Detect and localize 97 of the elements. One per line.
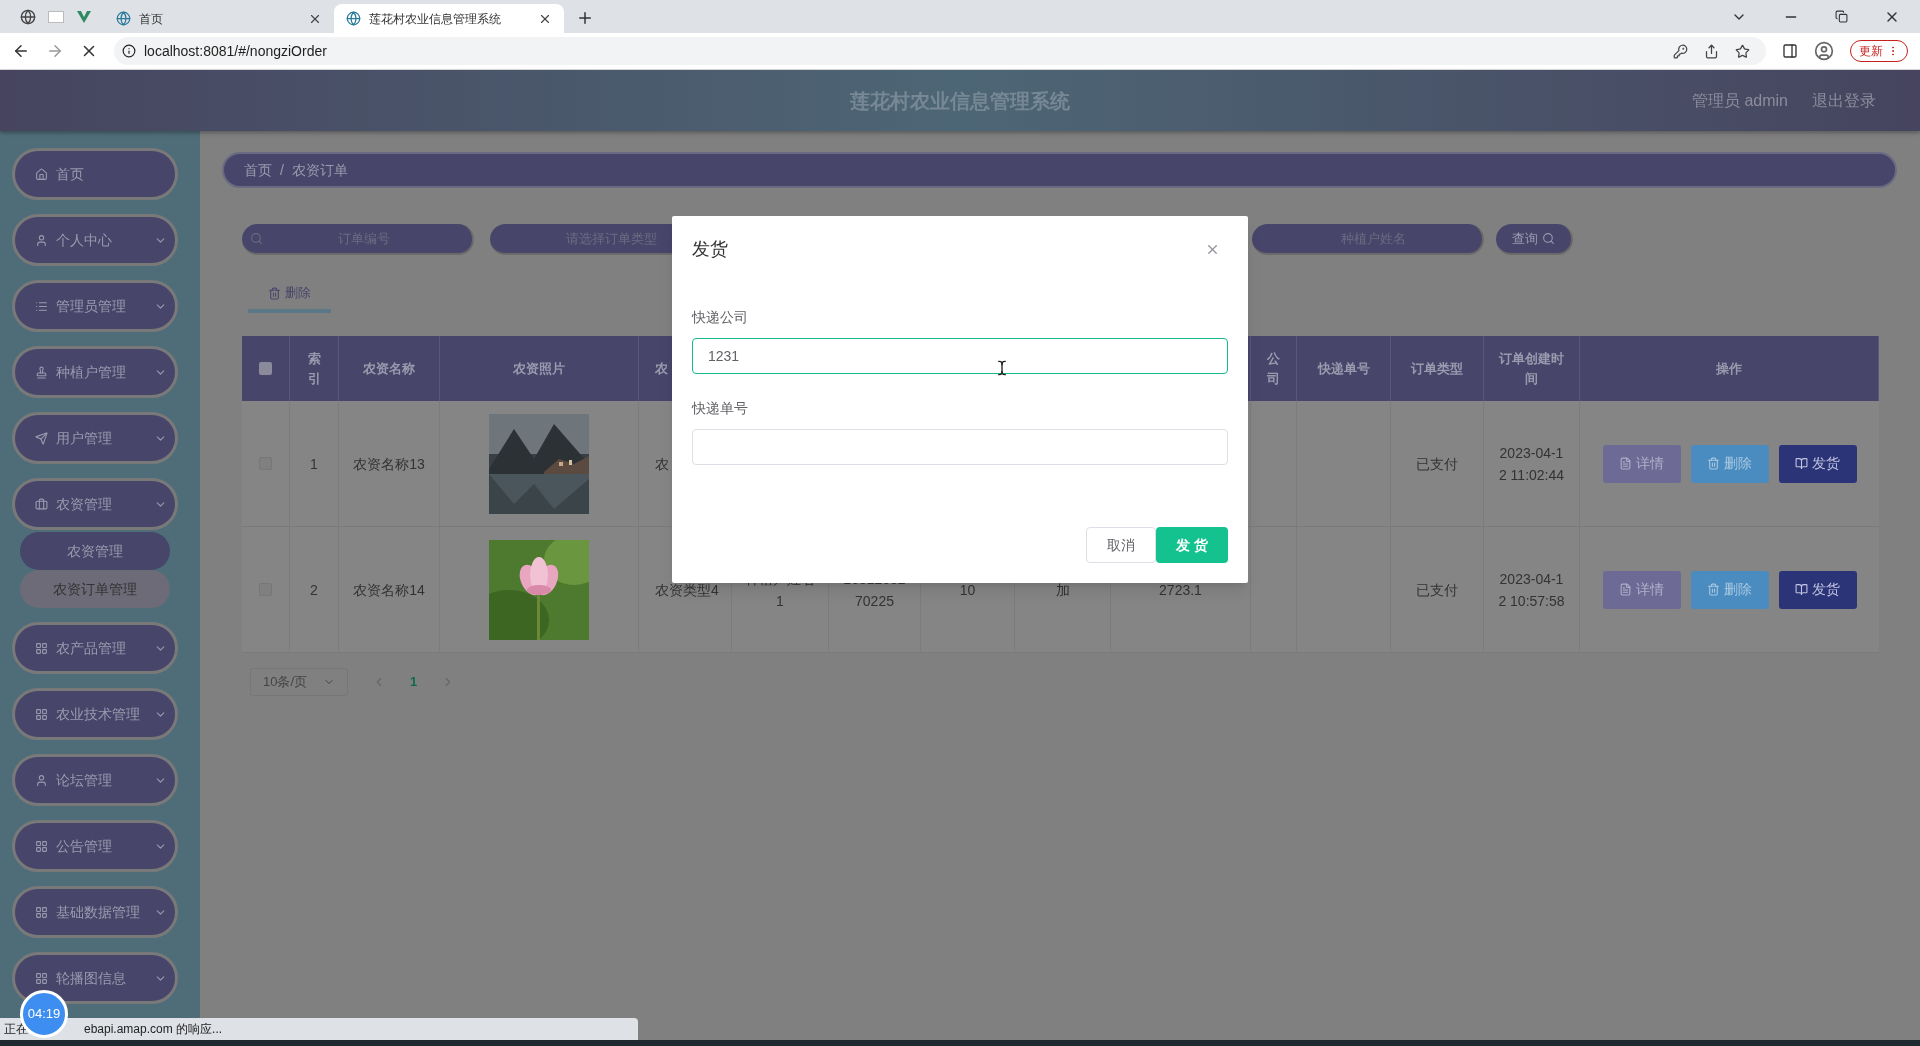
action-button[interactable]: 删除 xyxy=(1690,444,1769,483)
trash-icon xyxy=(268,286,281,300)
action-button[interactable]: 详情 xyxy=(1602,444,1681,483)
sidebar-item[interactable]: 农业技术管理 xyxy=(12,688,178,740)
column-header: 订单创建时间 xyxy=(1498,350,1565,388)
info-icon[interactable] xyxy=(122,44,136,58)
table-cell-text: 2723.1 xyxy=(1159,580,1202,600)
query-button[interactable]: 查询 xyxy=(1496,224,1573,255)
breadcrumb-item[interactable]: 首页 xyxy=(244,159,272,181)
text-field[interactable] xyxy=(692,429,1228,465)
tab-title: 首页 xyxy=(139,10,164,28)
action-icon xyxy=(1795,583,1808,596)
submenu-item[interactable]: 农资订单管理 xyxy=(20,570,170,608)
forward-icon[interactable] xyxy=(46,42,64,60)
sidebar-item[interactable]: 首页 xyxy=(12,148,178,200)
column-header: 订单类型 xyxy=(1411,359,1463,378)
field-label: 快递单号 xyxy=(692,399,749,418)
send-icon xyxy=(35,431,48,445)
column-header: 索引 xyxy=(306,350,322,388)
user-icon xyxy=(35,773,48,787)
address-bar[interactable]: localhost:8081/#/nongziOrder xyxy=(114,37,1766,65)
share-icon[interactable] xyxy=(1704,43,1719,59)
column-header: 农资名称 xyxy=(363,359,415,378)
table-cell-text: 农资名称13 xyxy=(353,454,425,474)
action-icon xyxy=(1707,457,1720,470)
column-header: 操作 xyxy=(1716,359,1742,378)
action-button[interactable]: 发货 xyxy=(1778,444,1857,483)
stamp-icon xyxy=(35,365,48,379)
table-cell-text: 2 xyxy=(310,580,318,600)
sidebar-item[interactable]: 公告管理 xyxy=(12,820,178,872)
grid-icon xyxy=(35,839,48,853)
side-panel-icon[interactable] xyxy=(1782,43,1798,59)
table-cell-text: 已支付 xyxy=(1416,454,1458,474)
sidebar-item[interactable]: 轮播图信息 xyxy=(12,952,178,1004)
grid-icon xyxy=(35,971,48,985)
search-icon xyxy=(250,232,263,245)
sidebar-item[interactable]: 农资管理 xyxy=(12,478,178,530)
page-size-select[interactable]: 10条/页 xyxy=(250,668,348,696)
home-icon xyxy=(35,167,48,181)
action-button[interactable]: 删除 xyxy=(1690,570,1769,609)
browser-tab[interactable]: 首页 xyxy=(104,4,334,33)
grid-icon xyxy=(35,641,48,655)
table-cell-text: 农资名称14 xyxy=(353,580,425,600)
browser-tab[interactable]: 莲花村农业信息管理系统 xyxy=(334,4,564,33)
action-button[interactable]: 发货 xyxy=(1778,570,1857,609)
cancel-button[interactable]: 取消 xyxy=(1086,527,1157,563)
grid-icon xyxy=(35,707,48,721)
table-cell-text: 加 xyxy=(1055,580,1070,600)
tab-title: 莲花村农业信息管理系统 xyxy=(369,10,502,28)
status-text: ebapi.amap.com 的响应... xyxy=(84,1021,223,1038)
globe-icon[interactable] xyxy=(20,8,36,25)
new-tab-icon[interactable] xyxy=(576,9,594,27)
text-field[interactable]: 1231 xyxy=(692,338,1228,374)
search-icon xyxy=(1542,232,1555,245)
action-icon xyxy=(1619,583,1632,596)
column-header: 农 xyxy=(655,359,668,378)
sidebar-item[interactable]: 用户管理 xyxy=(12,412,178,464)
key-icon[interactable] xyxy=(1673,43,1688,59)
table-cell-text: 农资类型4 xyxy=(655,580,719,600)
column-header: 快递单号 xyxy=(1317,359,1370,378)
field-label: 快递公司 xyxy=(692,308,749,327)
restore-icon[interactable] xyxy=(1835,10,1848,23)
tab-page-icon xyxy=(346,11,361,26)
tab-page-icon xyxy=(116,11,131,26)
action-icon xyxy=(1795,457,1808,470)
logout-link[interactable]: 退出登录 xyxy=(1812,88,1876,113)
briefcase-icon xyxy=(35,497,48,511)
sidebar-item[interactable]: 农产品管理 xyxy=(12,622,178,674)
sidebar-item[interactable]: 个人中心 xyxy=(12,214,178,266)
table-cell-text: 1 xyxy=(310,454,318,474)
breadcrumb-separator: / xyxy=(280,160,284,180)
grid-icon xyxy=(35,905,48,919)
action-icon xyxy=(1619,457,1632,470)
column-header: 农资照片 xyxy=(513,359,565,378)
star-icon[interactable] xyxy=(1735,43,1750,59)
action-icon xyxy=(1707,583,1720,596)
breadcrumb-item[interactable]: 农资订单 xyxy=(291,159,348,181)
sidebar-item[interactable]: 论坛管理 xyxy=(12,754,178,806)
table-cell-text: 已支付 xyxy=(1416,580,1458,600)
user-icon xyxy=(35,233,48,247)
table-cell-text: 2023-04-12 10:57:58 xyxy=(1497,569,1566,611)
list-icon xyxy=(35,299,48,313)
table-cell-text: 10 xyxy=(959,580,976,600)
checkbox[interactable] xyxy=(259,362,272,375)
profile-icon[interactable] xyxy=(1814,41,1834,61)
user-label: 管理员 admin xyxy=(1691,90,1788,111)
sidebar-item[interactable]: 管理员管理 xyxy=(12,280,178,332)
confirm-button[interactable]: 发 货 xyxy=(1156,527,1228,563)
back-icon[interactable] xyxy=(12,42,30,60)
sidebar-item[interactable]: 基础数据管理 xyxy=(12,886,178,938)
submenu-item[interactable]: 农资管理 xyxy=(20,532,170,570)
action-button[interactable]: 详情 xyxy=(1602,570,1681,609)
sidebar-item[interactable]: 种植户管理 xyxy=(12,346,178,398)
column-header: 公司 xyxy=(1266,350,1281,388)
v-logo-icon[interactable] xyxy=(76,8,92,25)
table-cell-text: 2023-04-12 11:02:44 xyxy=(1497,443,1566,485)
table-cell-text: 农 xyxy=(655,454,669,474)
